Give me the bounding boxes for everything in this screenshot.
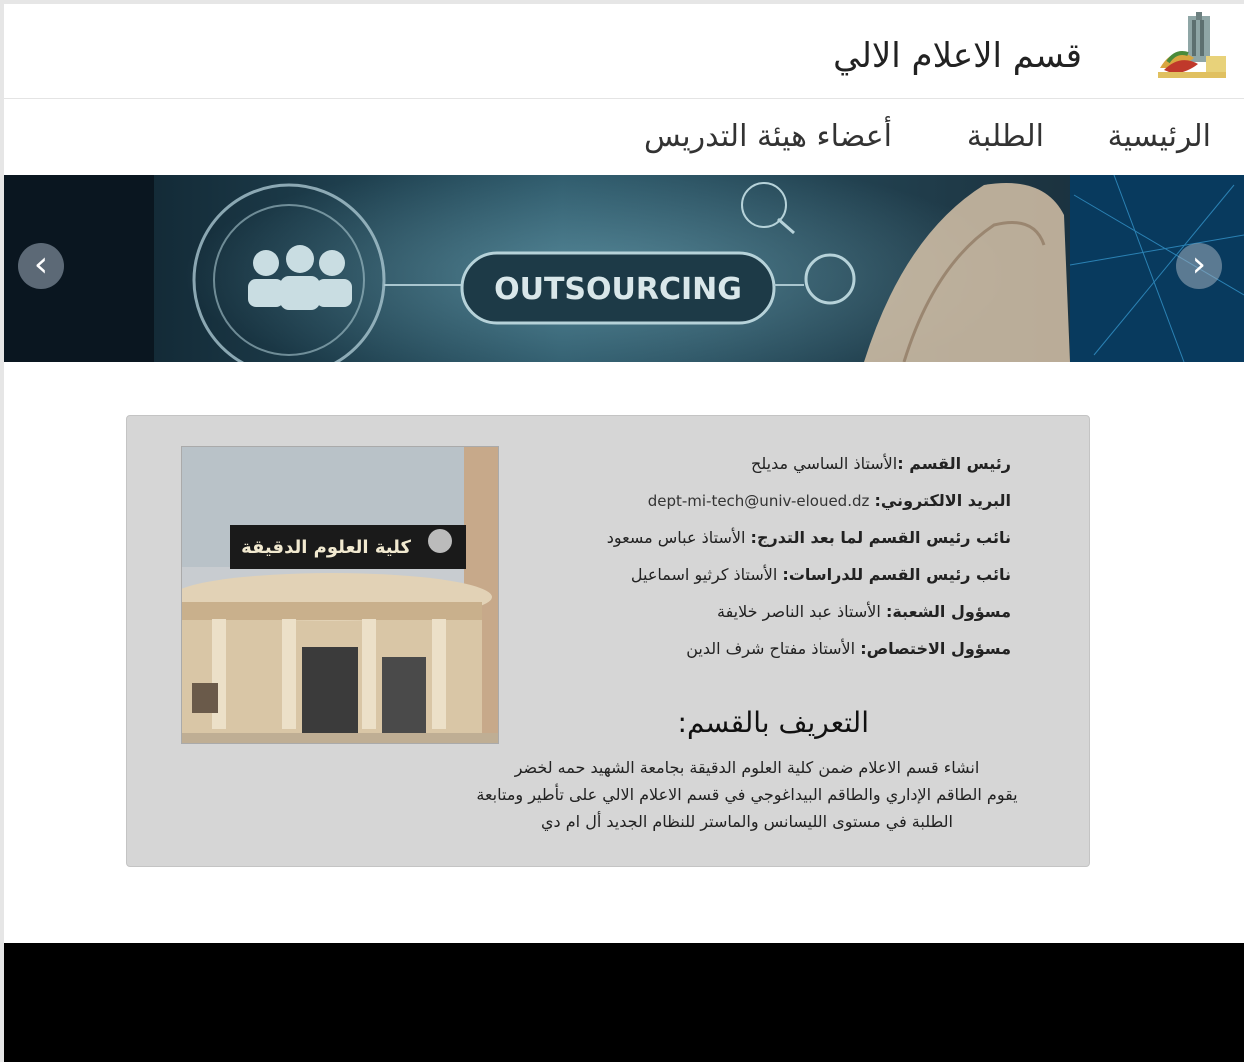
nav-item-students[interactable]: الطلبة [967,119,1044,154]
about-text: انشاء قسم الاعلام ضمن كلية العلوم الدقيق… [417,754,1077,835]
info-row-head: رئيس القسم :الأستاذ الساسي مديلح [491,452,1011,489]
info-row-vice-postgrad: نائب رئيس القسم لما بعد التدرج: الأستاذ … [491,526,1011,563]
branch-value: الأستاذ عبد الناصر خلايفة [717,602,881,621]
vice-studies-label: نائب رئيس القسم للدراسات: [782,565,1011,584]
info-row-specialty: مسؤول الاختصاص: الأستاذ مفتاح شرف الدين [491,637,1011,674]
vice-postgrad-label: نائب رئيس القسم لما بعد التدرج: [750,528,1011,547]
faculty-building-photo: كلية العلوم الدقيقة [181,446,499,744]
head-value: الأستاذ الساسي مديلح [751,454,898,473]
info-row-branch: مسؤول الشعبة: الأستاذ عبد الناصر خلايفة [491,600,1011,637]
carousel-slide-image: OUTSOURCING [4,175,1244,362]
specialty-label: مسؤول الاختصاص: [860,639,1011,658]
site-title: قسم الاعلام الالي [833,36,1082,76]
carousel-next-button[interactable]: › [1176,243,1222,289]
department-info-card: كلية العلوم الدقيقة رئيس القسم :الأستاذ … [126,415,1090,867]
about-line-3: الطلبة في مستوى الليسانس والماستر للنظام… [541,812,953,831]
carousel-prev-button[interactable]: ‹ [18,243,64,289]
specialty-value: الأستاذ مفتاح شرف الدين [686,639,856,658]
site-header: قسم الاعلام الالي [4,4,1244,99]
about-line-2: يقوم الطاقم الإداري والطاقم البيداغوجي ف… [476,785,1018,804]
main-nav: الرئيسية الطلبة أعضاء هيئة التدريس [4,99,1244,175]
staff-info-list: رئيس القسم :الأستاذ الساسي مديلح البريد … [491,452,1011,674]
building-sign-text: كلية العلوم الدقيقة [241,537,411,558]
chevron-right-icon: › [1191,244,1207,285]
branch-label: مسؤول الشعبة: [885,602,1011,621]
head-label: رئيس القسم : [897,454,1011,473]
info-row-email: البريد الالكتروني: dept-mi-tech@univ-elo… [491,489,1011,526]
university-logo-icon[interactable] [1154,10,1230,82]
image-carousel: OUTSOURCING ‹ › [4,175,1244,362]
about-title: التعريف بالقسم: [677,706,869,739]
nav-item-home[interactable]: الرئيسية [1108,119,1211,154]
info-row-vice-studies: نائب رئيس القسم للدراسات: الأستاذ كرثيو … [491,563,1011,600]
about-line-1: انشاء قسم الاعلام ضمن كلية العلوم الدقيق… [514,758,980,777]
chevron-left-icon: ‹ [33,244,49,285]
nav-item-faculty[interactable]: أعضاء هيئة التدريس [644,119,892,154]
email-label: البريد الالكتروني: [874,491,1011,510]
carousel-slide-text: OUTSOURCING [494,272,742,307]
vice-studies-value: الأستاذ كرثيو اسماعيل [630,565,778,584]
vice-postgrad-value: الأستاذ عباس مسعود [606,528,746,547]
site-footer [4,943,1244,1062]
email-link[interactable]: dept-mi-tech@univ-eloued.dz [648,492,870,510]
